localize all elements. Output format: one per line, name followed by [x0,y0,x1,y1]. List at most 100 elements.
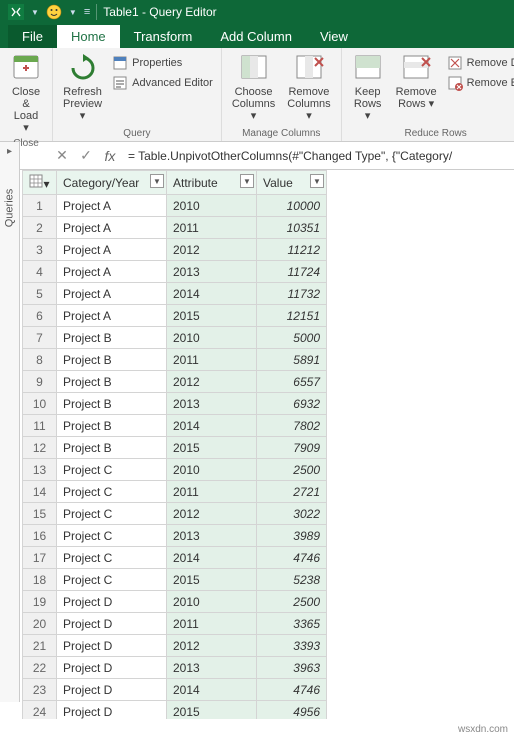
table-row[interactable]: 14Project C20112721 [23,481,327,503]
cell-attribute[interactable]: 2014 [167,415,257,437]
cell-value[interactable]: 2500 [257,459,327,481]
cell-category[interactable]: Project A [57,195,167,217]
tab-add-column[interactable]: Add Column [206,25,306,48]
cell-value[interactable]: 10351 [257,217,327,239]
column-header-category[interactable]: Category/Year ▼ [57,171,167,195]
cell-value[interactable]: 3365 [257,613,327,635]
remove-duplicates-button[interactable]: Remove D [445,54,514,72]
table-row[interactable]: 2Project A201110351 [23,217,327,239]
row-number[interactable]: 13 [23,459,57,481]
queries-pane[interactable]: ▸ Queries [0,142,20,702]
cell-value[interactable]: 4956 [257,701,327,720]
table-row[interactable]: 22Project D20133963 [23,657,327,679]
cell-attribute[interactable]: 2015 [167,569,257,591]
cell-category[interactable]: Project D [57,701,167,720]
row-number[interactable]: 10 [23,393,57,415]
cell-category[interactable]: Project D [57,679,167,701]
row-number[interactable]: 9 [23,371,57,393]
table-row[interactable]: 10Project B20136932 [23,393,327,415]
row-number[interactable]: 15 [23,503,57,525]
formula-text[interactable]: = Table.UnpivotOtherColumns(#"Changed Ty… [122,149,514,163]
cell-category[interactable]: Project C [57,481,167,503]
cell-attribute[interactable]: 2010 [167,591,257,613]
cell-category[interactable]: Project B [57,415,167,437]
cell-attribute[interactable]: 2015 [167,437,257,459]
table-row[interactable]: 9Project B20126557 [23,371,327,393]
cell-category[interactable]: Project A [57,305,167,327]
cell-category[interactable]: Project B [57,327,167,349]
table-row[interactable]: 5Project A201411732 [23,283,327,305]
cell-attribute[interactable]: 2013 [167,525,257,547]
properties-button[interactable]: Properties [110,54,215,72]
cell-value[interactable]: 2500 [257,591,327,613]
table-row[interactable]: 13Project C20102500 [23,459,327,481]
cell-attribute[interactable]: 2011 [167,613,257,635]
cell-attribute[interactable]: 2014 [167,547,257,569]
cell-attribute[interactable]: 2014 [167,283,257,305]
cell-category[interactable]: Project C [57,503,167,525]
cell-attribute[interactable]: 2013 [167,261,257,283]
row-number[interactable]: 5 [23,283,57,305]
row-number[interactable]: 19 [23,591,57,613]
excel-logo-icon[interactable] [4,0,28,24]
formula-confirm-button[interactable]: ✓ [74,144,98,168]
cell-attribute[interactable]: 2010 [167,327,257,349]
table-row[interactable]: 12Project B20157909 [23,437,327,459]
row-number[interactable]: 2 [23,217,57,239]
cell-value[interactable]: 12151 [257,305,327,327]
row-number[interactable]: 11 [23,415,57,437]
tab-view[interactable]: View [306,25,362,48]
remove-rows-button[interactable]: Remove Rows ▾ [390,50,443,112]
cell-category[interactable]: Project A [57,217,167,239]
cell-category[interactable]: Project A [57,239,167,261]
cell-attribute[interactable]: 2010 [167,195,257,217]
cell-value[interactable]: 6557 [257,371,327,393]
table-row[interactable]: 4Project A201311724 [23,261,327,283]
row-number[interactable]: 1 [23,195,57,217]
filter-icon[interactable]: ▼ [310,174,324,188]
table-row[interactable]: 23Project D20144746 [23,679,327,701]
cell-attribute[interactable]: 2011 [167,349,257,371]
column-header-value[interactable]: Value ▼ [257,171,327,195]
cell-value[interactable]: 11724 [257,261,327,283]
cell-category[interactable]: Project A [57,283,167,305]
formula-cancel-button[interactable]: ✕ [50,144,74,168]
cell-value[interactable]: 11212 [257,239,327,261]
table-row[interactable]: 16Project C20133989 [23,525,327,547]
cell-attribute[interactable]: 2011 [167,217,257,239]
cell-attribute[interactable]: 2014 [167,679,257,701]
cell-category[interactable]: Project D [57,591,167,613]
table-row[interactable]: 24Project D20154956 [23,701,327,720]
cell-value[interactable]: 5000 [257,327,327,349]
refresh-preview-button[interactable]: Refresh Preview ▾ [57,50,108,124]
tab-file[interactable]: File [8,25,57,48]
data-grid[interactable]: ▾ Category/Year ▼ Attribute ▼ Value ▼ 1P… [22,170,514,719]
cell-value[interactable]: 3393 [257,635,327,657]
cell-attribute[interactable]: 2010 [167,459,257,481]
cell-value[interactable]: 6932 [257,393,327,415]
table-row[interactable]: 20Project D20113365 [23,613,327,635]
table-row[interactable]: 3Project A201211212 [23,239,327,261]
cell-category[interactable]: Project D [57,635,167,657]
tab-transform[interactable]: Transform [120,25,207,48]
cell-attribute[interactable]: 2012 [167,239,257,261]
cell-value[interactable]: 5891 [257,349,327,371]
remove-columns-button[interactable]: Remove Columns ▾ [281,50,336,124]
cell-attribute[interactable]: 2015 [167,305,257,327]
smiley-icon[interactable] [42,0,66,24]
cell-category[interactable]: Project B [57,371,167,393]
cell-value[interactable]: 7802 [257,415,327,437]
cell-category[interactable]: Project B [57,393,167,415]
keep-rows-button[interactable]: Keep Rows ▾ [346,50,390,124]
cell-attribute[interactable]: 2012 [167,371,257,393]
cell-category[interactable]: Project C [57,525,167,547]
row-number[interactable]: 4 [23,261,57,283]
cell-category[interactable]: Project C [57,569,167,591]
cell-value[interactable]: 3963 [257,657,327,679]
cell-attribute[interactable]: 2011 [167,481,257,503]
row-number[interactable]: 20 [23,613,57,635]
cell-value[interactable]: 3022 [257,503,327,525]
table-row[interactable]: 1Project A201010000 [23,195,327,217]
cell-category[interactable]: Project B [57,437,167,459]
close-and-load-button[interactable]: Close & Load ▾ [4,50,48,136]
